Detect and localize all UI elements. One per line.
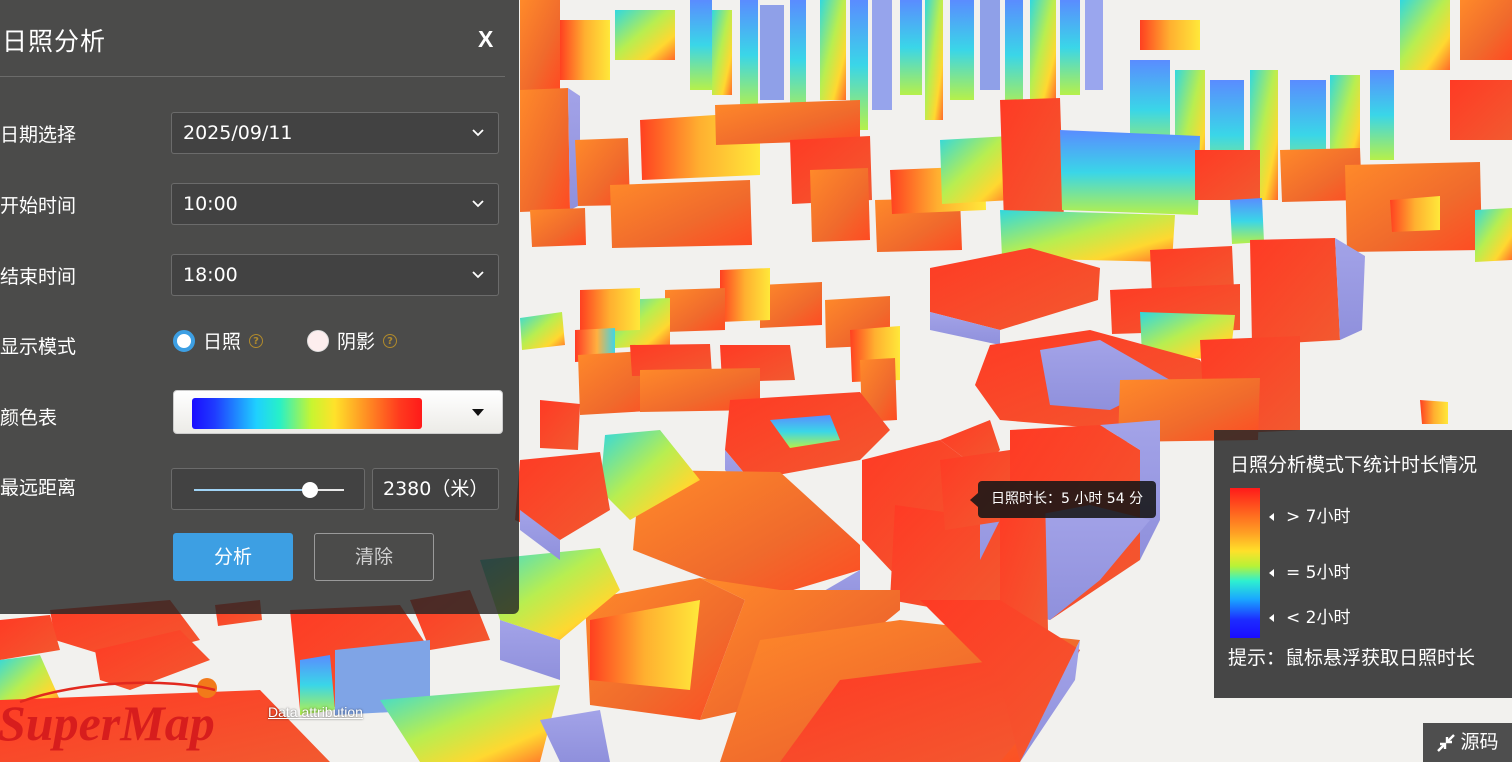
- start-time-value: 10:00: [183, 193, 238, 215]
- arrow-left-icon: [1269, 513, 1274, 521]
- radio-sunlight[interactable]: 日照 ?: [173, 327, 264, 354]
- legend-tick-label: > 7小时: [1286, 507, 1351, 527]
- chevron-down-icon: [472, 200, 484, 208]
- legend-tick-label: < 2小时: [1286, 608, 1351, 628]
- collapse-arrows-icon: [1437, 733, 1456, 752]
- legend-title: 日照分析模式下统计时长情况: [1230, 454, 1478, 476]
- legend-tick-high: > 7小时: [1269, 502, 1350, 527]
- panel-title: 日照分析: [2, 27, 107, 56]
- analyze-button[interactable]: 分析: [173, 533, 293, 581]
- radio-shadow[interactable]: 阴影 ?: [307, 327, 398, 354]
- caret-down-icon: [472, 409, 484, 416]
- sunlight-duration-tooltip: 日照时长：5 小时 54 分: [969, 481, 1157, 518]
- help-icon[interactable]: ?: [383, 333, 398, 348]
- radio-unchecked-icon: [307, 329, 329, 352]
- close-button[interactable]: X: [478, 26, 493, 53]
- color-table-select[interactable]: [173, 390, 503, 434]
- chevron-down-icon: [472, 129, 484, 137]
- data-attribution-link[interactable]: Data attribution: [268, 704, 363, 720]
- legend-tick-mid: = 5小时: [1269, 558, 1350, 583]
- arrow-left-icon: [1269, 569, 1274, 577]
- legend-tick-low: < 2小时: [1269, 603, 1350, 628]
- supermap-logo: SuperMap: [0, 678, 217, 751]
- duration-legend: 日照分析模式下统计时长情况 > 7小时 = 5小时 < 2小时 提示：鼠标悬浮获…: [1214, 430, 1512, 698]
- max-distance-label: 最远距离: [0, 477, 77, 499]
- date-select[interactable]: 2025/09/11: [171, 112, 499, 154]
- legend-color-bar: [1230, 488, 1260, 638]
- distance-input[interactable]: 2380（米）: [372, 468, 499, 510]
- radio-shadow-label: 阴影: [337, 331, 376, 353]
- legend-hint: 提示：鼠标悬浮获取日照时长: [1228, 647, 1476, 669]
- color-ramp-swatch: [192, 398, 422, 429]
- radio-sunlight-label: 日照: [203, 331, 242, 353]
- end-time-select[interactable]: 18:00: [171, 254, 499, 296]
- logo-text: SuperMap: [0, 695, 215, 751]
- slider-thumb[interactable]: [301, 482, 318, 498]
- start-time-select[interactable]: 10:00: [171, 183, 499, 225]
- panel-divider: [0, 76, 505, 77]
- end-time-value: 18:00: [183, 264, 238, 286]
- end-time-label: 结束时间: [0, 266, 77, 288]
- arrow-left-icon: [1269, 614, 1274, 622]
- sunlight-analysis-panel: 日照分析 X 日期选择 2025/09/11 开始时间 10:00 结束时间 1…: [0, 0, 519, 614]
- slider-fill: [194, 489, 310, 491]
- legend-tick-label: = 5小时: [1286, 563, 1351, 583]
- color-table-label: 颜色表: [0, 407, 58, 429]
- source-code-label: 源码: [1460, 731, 1499, 753]
- distance-slider[interactable]: [171, 468, 365, 510]
- clear-button[interactable]: 清除: [314, 533, 434, 581]
- display-mode-label: 显示模式: [0, 336, 77, 358]
- source-code-button[interactable]: 源码: [1423, 723, 1512, 762]
- help-icon[interactable]: ?: [249, 333, 264, 348]
- start-time-label: 开始时间: [0, 195, 77, 217]
- date-label: 日期选择: [0, 124, 77, 146]
- date-value: 2025/09/11: [183, 122, 293, 144]
- radio-checked-icon: [173, 329, 195, 352]
- chevron-down-icon: [472, 271, 484, 279]
